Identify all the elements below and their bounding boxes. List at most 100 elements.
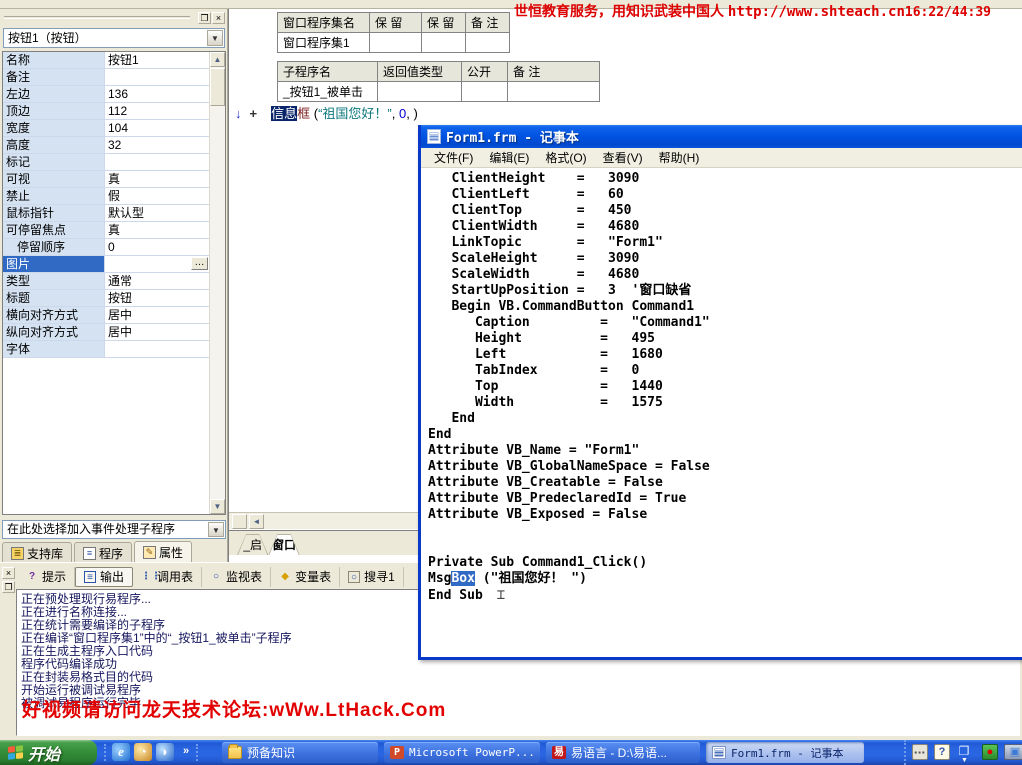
elang-icon: 易 (552, 746, 566, 759)
property-value[interactable]: 按钮1 (105, 52, 209, 68)
property-value[interactable]: 0 (105, 239, 209, 255)
assembly-name-cell[interactable]: 窗口程序集1 (278, 33, 370, 53)
scroll-up-icon[interactable]: ▲ (210, 52, 225, 67)
object-selector-value: 按钮1（按钮） (8, 31, 87, 45)
notepad-titlebar[interactable]: Form1.frm - 记事本 (421, 125, 1022, 148)
panel-header[interactable]: ❐ × (0, 10, 228, 26)
ie-icon[interactable]: e (112, 743, 130, 761)
tab-output[interactable]: ≡输出 (75, 567, 133, 587)
scrollbar-thumb[interactable] (210, 68, 225, 106)
cell[interactable] (378, 82, 462, 102)
property-value[interactable]: 假 (105, 188, 209, 204)
screen: 世恒教育服务，用知识武装中国人 http://www.shteach.cn16:… (0, 0, 1022, 765)
menu-help[interactable]: 帮助(H) (652, 148, 707, 167)
property-grid: 名称按钮1 备注 左边136 顶边112 宽度104 高度32 标记 可视真 禁… (2, 51, 226, 515)
column-header[interactable]: 窗口程序集名 (278, 13, 370, 33)
property-scrollbar[interactable]: ▲ ▼ (209, 52, 225, 514)
taskbar-item-elang[interactable]: 易 易语言 - D:\易语... (546, 742, 700, 763)
string-literal: “祖国您好！” (318, 106, 392, 121)
property-value[interactable] (105, 341, 209, 357)
ellipsis-button[interactable]: … (191, 257, 208, 270)
property-value[interactable] (105, 154, 209, 170)
property-value[interactable]: 按钮 (105, 290, 209, 306)
tab-startup-window[interactable]: _启动窗口 (237, 534, 268, 555)
property-value[interactable]: 真 (105, 222, 209, 238)
cell[interactable] (422, 33, 466, 53)
property-value[interactable]: 真 (105, 171, 209, 187)
column-header[interactable]: 保 留 (370, 13, 422, 33)
monitor-icon[interactable]: ▣ (1004, 744, 1022, 760)
window-switch-icon[interactable]: ❐▼ (956, 744, 972, 760)
property-label: 顶边 (3, 103, 105, 119)
taskbar-item-notepad[interactable]: Form1.frm - 记事本 (706, 742, 864, 763)
property-value[interactable]: 32 (105, 137, 209, 153)
property-value[interactable] (105, 69, 209, 85)
column-header[interactable]: 保 留 (422, 13, 466, 33)
menu-edit[interactable]: 编辑(E) (482, 148, 536, 167)
taskbar: 开始 e ◔ ◗ » 预备知识 P Microsoft PowerP... 易 … (0, 740, 1022, 765)
property-value[interactable]: 居中 (105, 324, 209, 340)
scroll-left-icon[interactable]: ◄ (249, 514, 264, 529)
property-value[interactable]: 112 (105, 103, 209, 119)
column-header[interactable]: 子程序名 (278, 62, 378, 82)
window-title: Form1.frm - 记事本 (446, 127, 579, 146)
panel-close-icon[interactable]: × (2, 567, 15, 579)
tab-call-table[interactable]: ⋮⋮调用表 (133, 567, 202, 587)
menu-file[interactable]: 文件(F) (427, 148, 480, 167)
taskbar-item-powerpoint[interactable]: P Microsoft PowerP... (384, 742, 540, 763)
menu-view[interactable]: 查看(V) (596, 148, 650, 167)
panel-close-icon[interactable]: × (212, 12, 225, 24)
panel-grab-handle[interactable] (4, 16, 190, 19)
tab-hint[interactable]: ?提示 (18, 567, 75, 587)
cell[interactable] (466, 33, 510, 53)
table-header-row: 子程序名 返回值类型 公开 备 注 (278, 62, 600, 82)
tab-watch-table[interactable]: ○监视表 (202, 567, 271, 587)
tab-program[interactable]: ≡程序 (74, 542, 132, 564)
tab-variable-table[interactable]: ◆变量表 (271, 567, 340, 587)
column-header[interactable]: 备 注 (466, 13, 510, 33)
cell[interactable] (508, 82, 600, 102)
chevron-more-icon[interactable]: » (180, 743, 192, 761)
quicklaunch-handle[interactable] (104, 744, 107, 761)
tab-properties[interactable]: ✎属性 (134, 541, 192, 563)
tab-window-assembly[interactable]: 窗口程序集1 (268, 534, 299, 555)
tab-search1[interactable]: ○搜寻1 (340, 567, 404, 587)
column-header[interactable]: 返回值类型 (378, 62, 462, 82)
property-value[interactable]: 104 (105, 120, 209, 136)
start-button[interactable]: 开始 (0, 740, 97, 765)
property-value[interactable]: 默认型 (105, 205, 209, 221)
property-label: 标题 (3, 290, 105, 306)
taskband-handle[interactable] (196, 744, 199, 761)
chevron-down-icon[interactable]: ▼ (208, 522, 224, 537)
taskbar-item-folder[interactable]: 预备知识 (222, 742, 378, 763)
scrollbar-box[interactable] (232, 514, 247, 529)
notepad-window[interactable]: Form1.frm - 记事本 文件(F) 编辑(E) 格式(O) 查看(V) … (418, 125, 1022, 660)
code-statement-line[interactable]: ↓+信息框 (“祖国您好！”, 0, ) (235, 103, 418, 121)
keyboard-icon[interactable]: ▪▪▪ (912, 744, 928, 760)
browser-icon[interactable]: ◔ (134, 743, 152, 761)
panel-restore-icon[interactable]: ❐ (2, 581, 15, 593)
object-selector-combobox[interactable]: 按钮1（按钮） ▼ (3, 28, 225, 48)
column-header[interactable]: 公开 (462, 62, 508, 82)
scroll-down-icon[interactable]: ▼ (210, 499, 225, 514)
property-value[interactable]: … (105, 256, 209, 272)
cell[interactable] (370, 33, 422, 53)
cell[interactable] (462, 82, 508, 102)
event-handler-combobox[interactable]: 在此处选择加入事件处理子程序 ▼ (2, 520, 226, 539)
subroutine-name-cell[interactable]: _按钮1_被单击 (278, 82, 378, 102)
property-value[interactable]: 居中 (105, 307, 209, 323)
recorder-icon[interactable]: ● (982, 744, 998, 760)
assembly-table: 窗口程序集名 保 留 保 留 备 注 窗口程序集1 (277, 12, 510, 53)
column-header[interactable]: 备 注 (508, 62, 600, 82)
tab-support-library[interactable]: ≣支持库 (2, 542, 72, 564)
help-icon[interactable]: ? (934, 744, 950, 760)
panel-restore-icon[interactable]: ❐ (198, 12, 211, 24)
property-value[interactable]: 通常 (105, 273, 209, 289)
property-row: 禁止假 (3, 188, 209, 205)
menu-format[interactable]: 格式(O) (538, 148, 593, 167)
properties-icon: ✎ (143, 546, 156, 559)
chevron-down-icon[interactable]: ▼ (207, 30, 223, 46)
property-value[interactable]: 136 (105, 86, 209, 102)
notepad-text-area[interactable]: ClientHeight = 3090 ClientLeft = 60 Clie… (421, 168, 1022, 657)
messenger-icon[interactable]: ◗ (156, 743, 174, 761)
